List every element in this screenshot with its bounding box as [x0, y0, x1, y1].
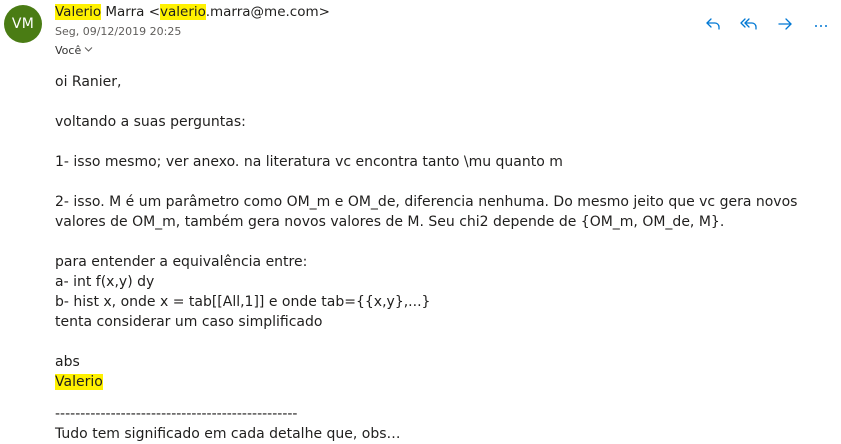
recipient-toggle[interactable]: Você: [55, 44, 93, 57]
sender-avatar[interactable]: VM: [4, 5, 42, 43]
sender-email-highlight: valerio: [160, 4, 206, 20]
sender-name-rest: Marra: [101, 4, 145, 20]
more-icon: [813, 16, 829, 32]
sender-email-rest: .marra@me.com>: [205, 4, 330, 20]
reply-icon: [705, 16, 721, 32]
recipient-label: Você: [55, 44, 82, 57]
closing: abs: [55, 354, 80, 370]
equivalence-intro: para entender a equivalência entre:: [55, 254, 308, 270]
message-date: Seg, 09/12/2019 20:25: [55, 25, 182, 38]
equivalence-tail: tenta considerar um caso simplificado: [55, 314, 323, 330]
equivalence-b: b- hist x, onde x = tab[[All,1]] e onde …: [55, 294, 431, 310]
equivalence-a: a- int f(x,y) dy: [55, 274, 155, 290]
chevron-down-icon: [84, 45, 93, 57]
forward-button[interactable]: [773, 12, 797, 36]
forward-icon: [777, 16, 793, 32]
reply-all-button[interactable]: [737, 12, 761, 36]
sender-email-open: <: [144, 4, 161, 20]
answer-1: 1- isso mesmo; ver anexo. na literatura …: [55, 154, 563, 170]
intro-line: voltando a suas perguntas:: [55, 114, 246, 130]
signature-highlight: Valerio: [55, 374, 103, 390]
quote-separator: ----------------------------------------…: [55, 406, 298, 422]
more-actions-button[interactable]: [809, 12, 833, 36]
reply-all-icon: [740, 16, 758, 32]
sender-name-highlight: Valerio: [55, 4, 102, 20]
sender-line[interactable]: Valerio Marra <valerio.marra@me.com>: [55, 4, 330, 20]
message-body: oi Ranier, voltando a suas perguntas: 1-…: [55, 72, 825, 444]
avatar-initials: VM: [11, 16, 35, 32]
greeting: oi Ranier,: [55, 74, 122, 90]
reply-button[interactable]: [701, 12, 725, 36]
answer-2: 2- isso. M é um parâmetro como OM_m e OM…: [55, 194, 798, 230]
quoted-text: Tudo tem significado em cada detalhe que…: [55, 426, 401, 442]
signature: Valerio: [55, 372, 825, 392]
message-actions: [701, 12, 833, 36]
